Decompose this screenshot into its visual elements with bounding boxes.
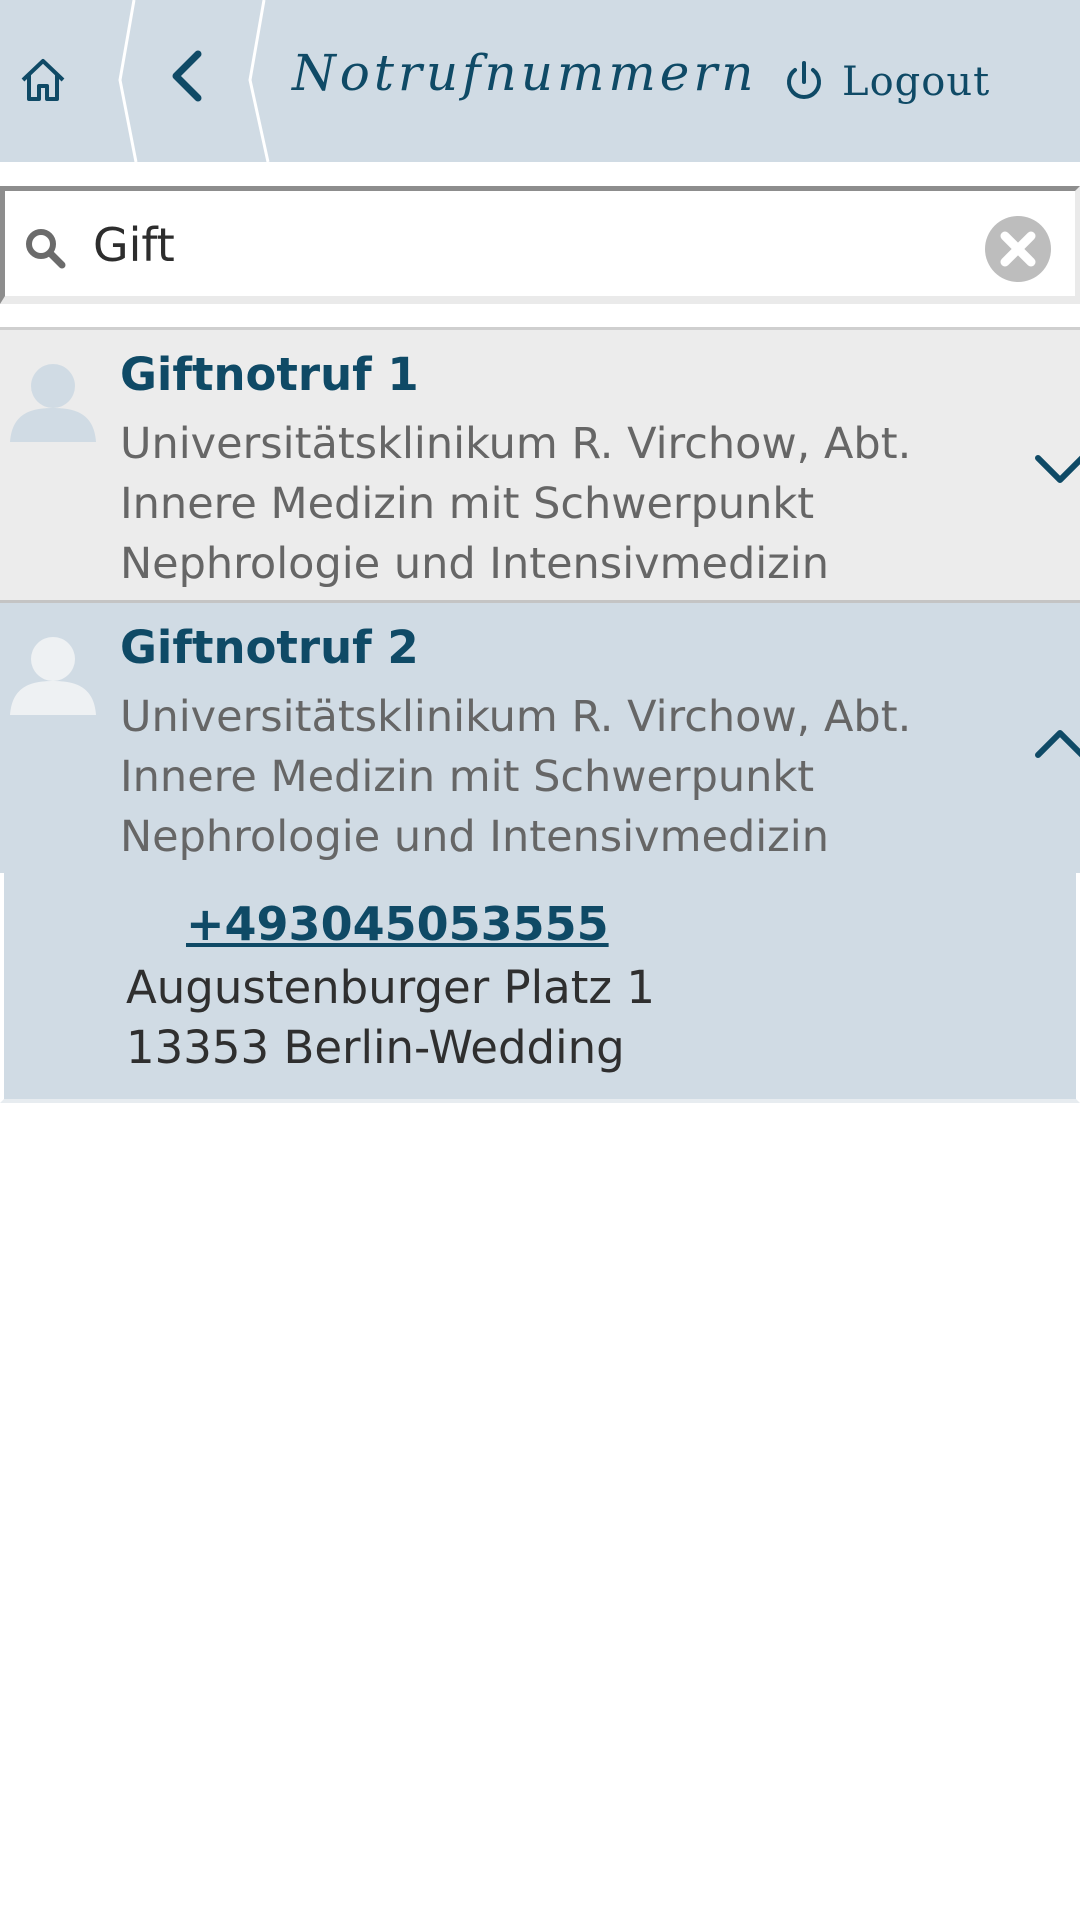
logout-label: Logout bbox=[842, 59, 991, 105]
item-title: Giftnotruf 1 bbox=[120, 348, 419, 401]
page-title: Notrufnummern bbox=[292, 44, 758, 102]
avatar-placeholder-icon bbox=[10, 637, 96, 715]
home-icon bbox=[21, 59, 65, 101]
item-description-line: Nephrologie und Intensivmedizin bbox=[120, 539, 829, 589]
search-box bbox=[0, 186, 1080, 304]
avatar-placeholder-icon bbox=[10, 364, 96, 442]
contact-details: +493045053555 Augustenburger Platz 1 133… bbox=[0, 873, 1080, 1103]
list-item[interactable]: Giftnotruf 1 Universitätsklinikum R. Vir… bbox=[0, 327, 1080, 600]
logout-button[interactable]: Logout bbox=[784, 50, 990, 114]
address-city: 13353 Berlin-Wedding bbox=[126, 1021, 625, 1074]
phone-link[interactable]: +493045053555 bbox=[186, 897, 609, 951]
item-description-line: Universitätsklinikum R. Virchow, Abt. bbox=[120, 419, 912, 469]
clear-search-icon[interactable] bbox=[983, 214, 1053, 284]
chevron-left-icon bbox=[172, 50, 202, 102]
item-description: Universitätsklinikum R. Virchow, Abt. In… bbox=[120, 414, 980, 594]
item-description-line: Nephrologie und Intensivmedizin bbox=[120, 812, 829, 862]
power-icon bbox=[787, 61, 821, 99]
search-input[interactable] bbox=[91, 205, 951, 285]
results-list: Giftnotruf 1 Universitätsklinikum R. Vir… bbox=[0, 327, 1080, 1103]
chevron-down-icon[interactable] bbox=[1034, 440, 1080, 500]
item-title: Giftnotruf 2 bbox=[120, 621, 419, 674]
address-street: Augustenburger Platz 1 bbox=[126, 961, 655, 1014]
item-description-line: Innere Medizin mit Schwerpunkt bbox=[120, 752, 815, 802]
item-description-line: Universitätsklinikum R. Virchow, Abt. bbox=[120, 692, 912, 742]
home-button[interactable] bbox=[8, 40, 78, 120]
list-item[interactable]: Giftnotruf 2 Universitätsklinikum R. Vir… bbox=[0, 600, 1080, 873]
item-description-line: Innere Medizin mit Schwerpunkt bbox=[120, 479, 815, 529]
chevron-up-icon[interactable] bbox=[1034, 713, 1080, 773]
search-icon bbox=[26, 229, 66, 269]
app-header: Notrufnummern Logout bbox=[0, 0, 1080, 162]
item-description: Universitätsklinikum R. Virchow, Abt. In… bbox=[120, 687, 980, 867]
back-button[interactable] bbox=[150, 36, 222, 116]
